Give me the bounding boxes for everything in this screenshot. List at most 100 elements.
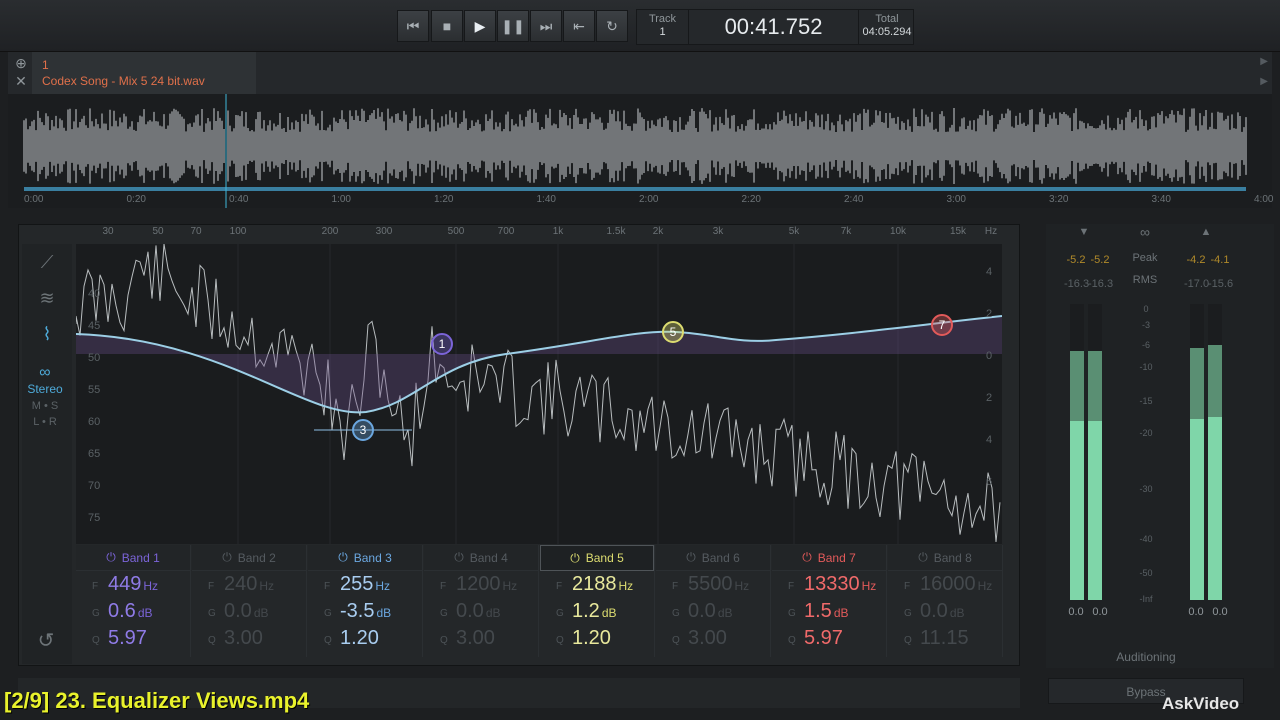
q-field[interactable]: Q 5.97 bbox=[76, 625, 190, 652]
gain-field[interactable]: G 0.0 dB bbox=[656, 598, 770, 625]
close-file-icon[interactable]: ✕ bbox=[14, 74, 28, 88]
gain-field[interactable]: G 0.6 dB bbox=[76, 598, 190, 625]
q-field[interactable]: Q 3.00 bbox=[424, 625, 538, 652]
timeline-tick: 4:00 bbox=[1254, 194, 1274, 205]
meter-bar bbox=[1088, 304, 1102, 600]
mid-side-button[interactable]: M • S bbox=[22, 400, 68, 412]
spectrum-view-icon[interactable]: ⌇ bbox=[32, 324, 62, 348]
total-time-display: Total 04:05.294 bbox=[859, 10, 915, 44]
q-field[interactable]: Q 1.20 bbox=[308, 625, 422, 652]
band-2-header[interactable]: ⏻ Band 2 bbox=[192, 545, 306, 571]
scroll-right-icon-2[interactable]: ▶ bbox=[1260, 76, 1268, 87]
meter-scale-tick: -20 bbox=[1139, 428, 1153, 438]
q-field[interactable]: Q 3.00 bbox=[192, 625, 306, 652]
q-field[interactable]: Q 3.00 bbox=[656, 625, 770, 652]
meter-peak-fill bbox=[1070, 351, 1084, 421]
gain-field[interactable]: G 0.0 dB bbox=[888, 598, 1002, 625]
gain-field[interactable]: G 1.2 dB bbox=[540, 598, 654, 625]
link-icon: ∞ bbox=[1140, 224, 1150, 240]
timeline-ruler[interactable]: 0:00 0:20 0:40 1:00 1:20 1:40 2:00 2:20 2:40 3:00… bbox=[8, 192, 1274, 214]
loop-region-button[interactable]: ⇤ bbox=[563, 10, 595, 42]
reset-icon[interactable]: ↺ bbox=[34, 628, 58, 652]
q-value: 5.97 bbox=[804, 627, 843, 649]
eq-curve[interactable] bbox=[75, 315, 1003, 414]
frequency-field[interactable]: F 1200 Hz bbox=[424, 571, 538, 598]
frequency-value: 16000 bbox=[920, 573, 976, 595]
stereo-button[interactable]: ∞ Stereo bbox=[22, 364, 68, 396]
meter-peak-fill bbox=[1208, 345, 1222, 417]
g-label: G bbox=[904, 608, 912, 619]
band-4-header[interactable]: ⏻ Band 4 bbox=[424, 545, 538, 571]
power-icon[interactable]: ⏻ bbox=[686, 550, 696, 565]
stop-button[interactable]: ■ bbox=[431, 10, 463, 42]
frequency-field[interactable]: F 16000 Hz bbox=[888, 571, 1002, 598]
band-label: Band 6 bbox=[701, 550, 740, 565]
freq-tick: 5k bbox=[788, 226, 800, 237]
band-controls: ⏻ Band 1 F 449 Hz G 0.6 dB Q 5.97 ⏻ Band 2 F2… bbox=[76, 545, 1003, 657]
power-icon[interactable]: ⏻ bbox=[570, 551, 580, 566]
gain-field[interactable]: G 0.0 dB bbox=[424, 598, 538, 625]
q-value: 1.20 bbox=[340, 627, 379, 649]
frequency-field[interactable]: F 5500 Hz bbox=[656, 571, 770, 598]
gain-field[interactable]: G 0.0 dB bbox=[192, 598, 306, 625]
play-button[interactable]: ▶ bbox=[464, 10, 496, 42]
frequency-field[interactable]: F 240 Hz bbox=[192, 571, 306, 598]
band-node-label: 3 bbox=[360, 423, 367, 437]
band-label: Band 3 bbox=[353, 550, 392, 565]
band-node-label: 7 bbox=[939, 318, 946, 332]
band-5-header[interactable]: ⏻ Band 5 bbox=[540, 545, 654, 571]
band-label: Band 8 bbox=[933, 550, 972, 565]
scroll-right-icon[interactable]: ▶ bbox=[1260, 56, 1268, 67]
stop-icon: ■ bbox=[442, 18, 452, 34]
g-label: G bbox=[788, 608, 796, 619]
timeline-tick: 3:00 bbox=[946, 194, 966, 205]
band-6-header[interactable]: ⏻ Band 6 bbox=[656, 545, 770, 571]
eq-curve-fill bbox=[76, 316, 1002, 413]
band-3-header[interactable]: ⏻ Band 3 bbox=[308, 545, 422, 571]
loop-region-icon: ⇤ bbox=[573, 17, 585, 34]
level-meters: ▼ ∞ ▲ Peak RMS -5.2 -16.3 0.0 -5.2 -16.3 0.0 -4.2 -1… bbox=[1046, 224, 1274, 668]
eq-graph[interactable]: 1 3 5 7 40 45 50 55 60 65 70 75 4 2 0 2 4 6 bbox=[75, 243, 1003, 544]
power-icon[interactable]: ⏻ bbox=[106, 550, 116, 565]
frequency-field[interactable]: F 449 Hz bbox=[76, 571, 190, 598]
gain-value: 0.0 bbox=[920, 600, 948, 622]
gain-unit: dB bbox=[833, 606, 849, 620]
gain-field[interactable]: G 1.5 dB bbox=[772, 598, 886, 625]
add-file-icon[interactable]: ⊕ bbox=[14, 56, 28, 70]
power-icon[interactable]: ⏻ bbox=[222, 550, 232, 565]
skip-back-button[interactable]: ⏮ bbox=[397, 10, 429, 42]
meter-bottom-value: 0.0 bbox=[1092, 606, 1108, 618]
frequency-field[interactable]: F 13330 Hz bbox=[772, 571, 886, 598]
file-tab[interactable]: 1 Codex Song - Mix 5 24 bit.wav bbox=[32, 52, 256, 94]
frequency-field[interactable]: F 2188 Hz bbox=[540, 571, 654, 598]
waveform-overview[interactable] bbox=[8, 94, 1272, 208]
q-field[interactable]: Q 5.97 bbox=[772, 625, 886, 652]
meter-bar bbox=[1208, 304, 1222, 600]
q-field[interactable]: Q 1.20 bbox=[540, 625, 654, 652]
db-tick-left: 55 bbox=[88, 384, 101, 396]
left-right-button[interactable]: L • R bbox=[22, 416, 68, 428]
meter-scale-tick: -6 bbox=[1141, 340, 1150, 350]
timeline-tick: 3:40 bbox=[1151, 194, 1171, 205]
freq-tick: 200 bbox=[321, 226, 339, 237]
curve-view-icon[interactable]: ⟋ bbox=[32, 252, 62, 276]
repeat-button[interactable]: ↻ bbox=[596, 10, 628, 42]
band-1-header[interactable]: ⏻ Band 1 bbox=[76, 545, 190, 571]
power-icon[interactable]: ⏻ bbox=[454, 550, 464, 565]
repeat-icon: ↻ bbox=[606, 17, 618, 34]
band-8-header[interactable]: ⏻ Band 8 bbox=[888, 545, 1002, 571]
rms-value: -17.0 bbox=[1184, 278, 1210, 290]
skip-forward-button[interactable]: ⏭ bbox=[530, 10, 562, 42]
pause-button[interactable]: ❚❚ bbox=[497, 10, 529, 42]
freq-tick: 10k bbox=[889, 226, 907, 237]
power-icon[interactable]: ⏻ bbox=[918, 550, 928, 565]
bands-view-icon[interactable]: ≋ bbox=[32, 288, 62, 312]
power-icon[interactable]: ⏻ bbox=[338, 550, 348, 565]
power-icon[interactable]: ⏻ bbox=[802, 550, 812, 565]
band-7-header[interactable]: ⏻ Band 7 bbox=[772, 545, 886, 571]
gain-field[interactable]: G -3.5 dB bbox=[308, 598, 422, 625]
frequency-field[interactable]: F 255 Hz bbox=[308, 571, 422, 598]
pause-icon: ❚❚ bbox=[501, 17, 525, 34]
q-field[interactable]: Q 11.15 bbox=[888, 625, 1002, 652]
q-label: Q bbox=[672, 635, 680, 646]
